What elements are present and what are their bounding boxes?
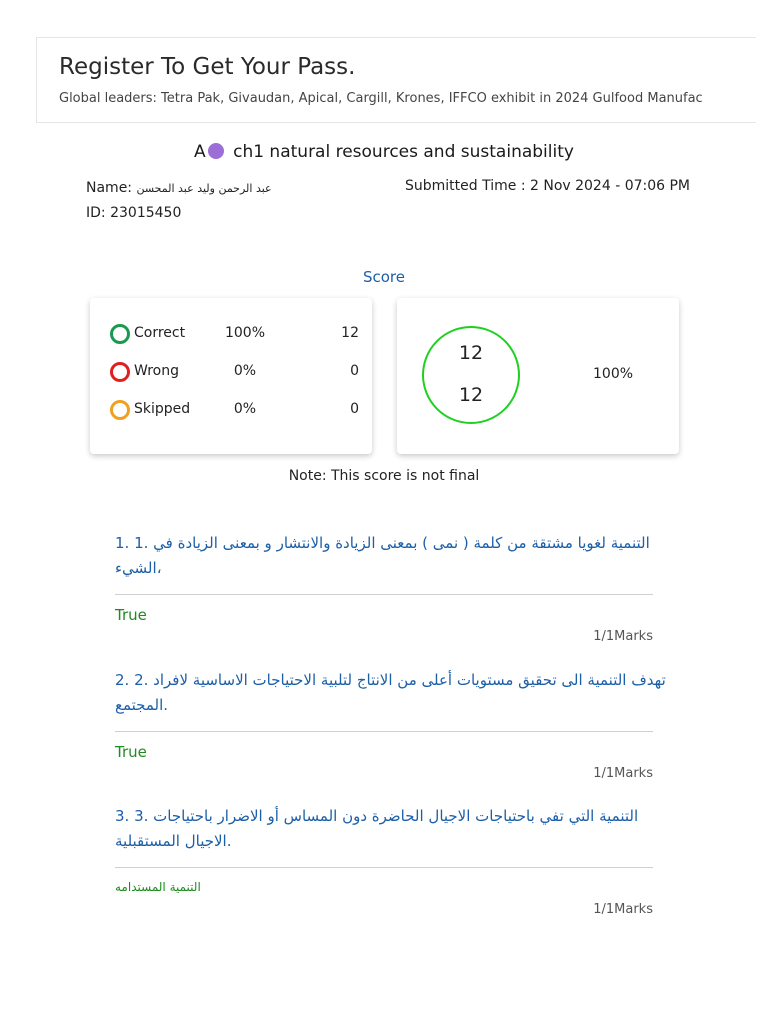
answer-text: True	[115, 606, 147, 624]
question-text: 1. 1. التنمية لغويا مشتقة من كلمة ( نمى …	[115, 534, 650, 552]
score-row-label: Skipped	[134, 401, 191, 417]
color-dot-icon	[207, 143, 224, 159]
question-2: 2. 2. تهدف التنمية الى تحقيق مستويات أعل…	[115, 668, 666, 718]
student-id: ID: 23015450	[86, 205, 181, 221]
quiz-title: A ch1 natural resources and sustainabili…	[0, 142, 768, 162]
question-text: 2. 2. تهدف التنمية الى تحقيق مستويات أعل…	[115, 671, 666, 689]
score-breakdown-card: Correct 100% 12 Wrong 0% 0 Skipped 0% 0	[90, 298, 372, 454]
score-circle-bottom: 12	[458, 384, 484, 406]
score-row-percent: 100%	[224, 325, 266, 341]
submitted-time: Submitted Time : 2 Nov 2024 - 07:06 PM	[405, 178, 690, 194]
question-marks: 1/1Marks	[593, 766, 653, 781]
question-text-cont: الشيء،	[115, 559, 162, 577]
skipped-ring-icon	[110, 400, 130, 420]
ad-banner[interactable]: Register To Get Your Pass. Global leader…	[36, 37, 756, 123]
submitted-label: Submitted Time :	[405, 178, 526, 194]
score-note: Note: This score is not final	[288, 468, 480, 484]
name-label: Name:	[86, 180, 133, 196]
answer-text: True	[115, 743, 147, 761]
student-name: Name: عبد الرحمن وليد عبد المحسن	[86, 180, 272, 196]
quiz-title-prefix: A	[194, 142, 206, 162]
name-value: عبد الرحمن وليد عبد المحسن	[136, 182, 272, 195]
question-text: 3. 3. التنمية التي تفي باحتياجات الاجيال…	[115, 807, 639, 825]
score-row-correct: Correct 100% 12	[90, 324, 373, 344]
score-row-count: 0	[350, 363, 359, 379]
score-row-skipped: Skipped 0% 0	[90, 400, 373, 420]
question-marks: 1/1Marks	[593, 902, 653, 917]
score-row-count: 0	[350, 401, 359, 417]
id-label: ID:	[86, 205, 106, 221]
banner-subtitle: Global leaders: Tetra Pak, Givaudan, Api…	[59, 91, 703, 106]
question-1: 1. 1. التنمية لغويا مشتقة من كلمة ( نمى …	[115, 531, 653, 581]
wrong-ring-icon	[110, 362, 130, 382]
question-text-cont: المجتمع.	[115, 696, 169, 714]
score-row-label: Correct	[134, 325, 186, 341]
score-heading: Score	[362, 268, 405, 286]
divider	[115, 594, 653, 595]
score-circle-top: 12	[458, 342, 484, 364]
divider	[115, 867, 653, 868]
id-value: 23015450	[110, 205, 182, 221]
score-row-wrong: Wrong 0% 0	[90, 362, 373, 382]
score-summary-card: 12 12 100%	[397, 298, 679, 454]
score-circle: 12 12	[422, 326, 520, 424]
question-text-cont: الاجيال المستقبلية.	[115, 832, 232, 850]
quiz-title-text: ch1 natural resources and sustainability	[233, 142, 574, 162]
score-row-label: Wrong	[134, 363, 179, 379]
divider	[115, 731, 653, 732]
correct-ring-icon	[110, 324, 130, 344]
question-marks: 1/1Marks	[593, 629, 653, 644]
total-percent: 100%	[593, 366, 634, 382]
submitted-value: 2 Nov 2024 - 07:06 PM	[529, 178, 691, 194]
question-3: 3. 3. التنمية التي تفي باحتياجات الاجيال…	[115, 804, 653, 854]
score-row-percent: 0%	[233, 363, 257, 379]
banner-title[interactable]: Register To Get Your Pass.	[59, 54, 355, 80]
score-row-percent: 0%	[233, 401, 257, 417]
score-row-count: 12	[341, 325, 359, 341]
answer-text: التنمية المستدامه	[115, 880, 201, 894]
